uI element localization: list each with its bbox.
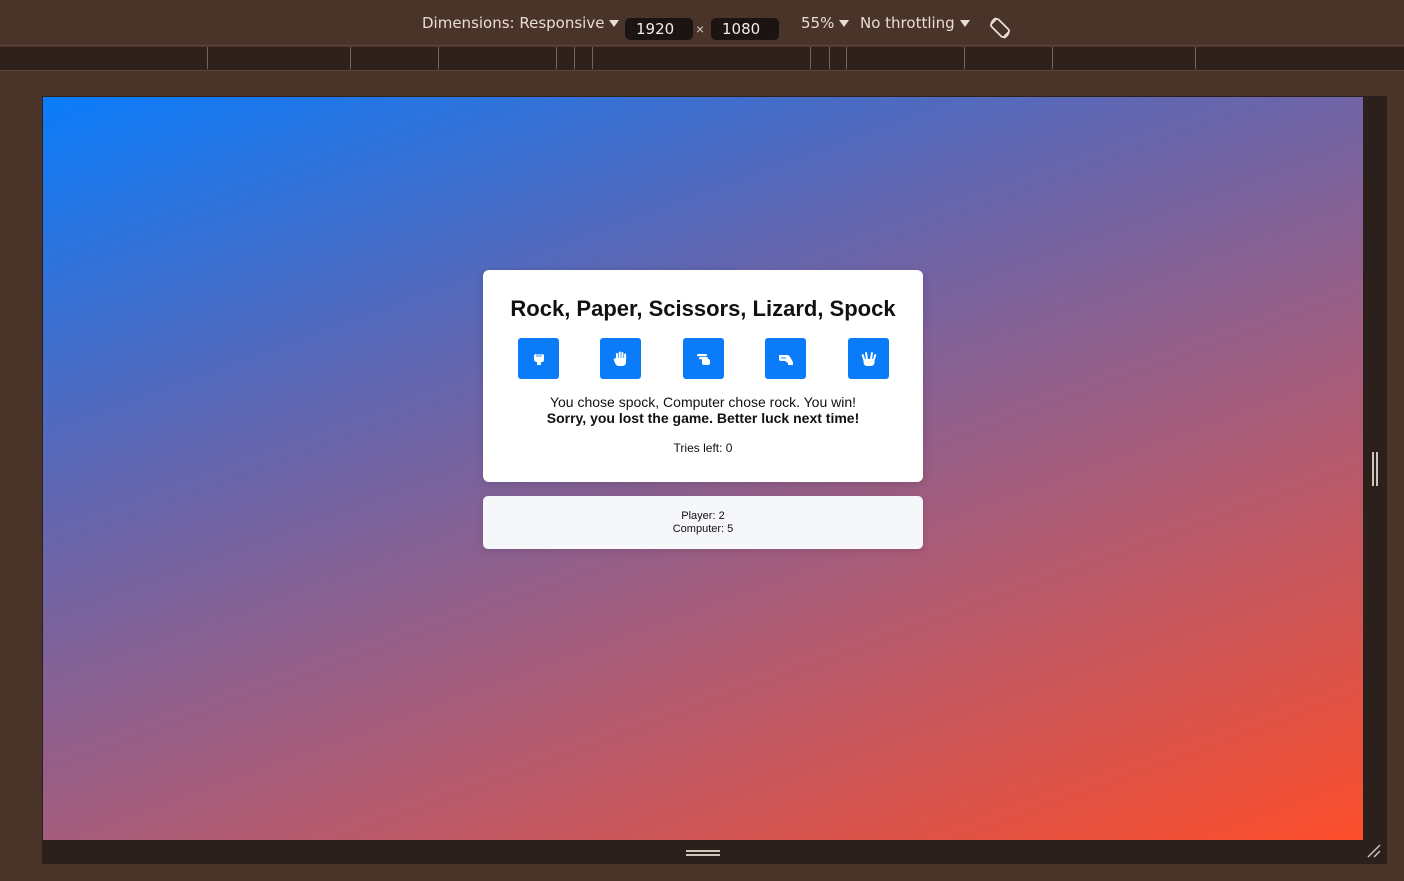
zoom-dropdown[interactable]: 55% xyxy=(801,0,850,46)
rotate-button[interactable] xyxy=(986,14,1014,42)
hand-scissors-icon xyxy=(696,353,710,365)
resize-grip-icon xyxy=(1367,844,1381,858)
ruler-tick[interactable] xyxy=(574,47,575,69)
media-query-ruler xyxy=(0,47,1404,71)
rock-button[interactable] xyxy=(518,338,559,379)
game-over-text: Sorry, you lost the game. Better luck ne… xyxy=(546,410,860,426)
device-toolbar: Dimensions: Responsive × 55% No throttli… xyxy=(0,0,1404,46)
game-card: Rock, Paper, Scissors, Lizard, Spock You… xyxy=(483,270,923,482)
scoreboard: Player: 2 Computer: 5 xyxy=(483,496,923,549)
corner-resize-handle[interactable] xyxy=(1366,843,1382,859)
ruler-tick[interactable] xyxy=(350,47,351,69)
computer-score: Computer: 5 xyxy=(672,523,734,535)
height-resize-handle[interactable] xyxy=(686,848,720,858)
ruler-tick[interactable] xyxy=(964,47,965,69)
chevron-down-icon xyxy=(959,19,970,27)
ruler-tick[interactable] xyxy=(846,47,847,69)
hand-paper-icon xyxy=(613,351,626,366)
round-result-text: You chose spock, Computer chose rock. Yo… xyxy=(549,394,857,410)
times-symbol: × xyxy=(696,21,705,37)
throttling-label: No throttling xyxy=(860,14,955,32)
game-title: Rock, Paper, Scissors, Lizard, Spock xyxy=(510,296,896,321)
width-input[interactable] xyxy=(625,18,693,40)
hand-lizard-icon xyxy=(778,354,793,365)
tries-left-text: Tries left: 0 xyxy=(673,441,733,455)
chevron-down-icon xyxy=(609,19,620,27)
chevron-down-icon xyxy=(839,19,850,27)
ruler-tick[interactable] xyxy=(829,47,830,69)
ruler-tick[interactable] xyxy=(438,47,439,69)
ruler-tick[interactable] xyxy=(556,47,557,69)
rotate-icon xyxy=(990,17,1010,39)
zoom-label: 55% xyxy=(801,14,835,32)
hand-spock-icon xyxy=(861,351,876,366)
player-score: Player: 2 xyxy=(681,510,725,522)
lizard-button[interactable] xyxy=(765,338,806,379)
scissors-button[interactable] xyxy=(683,338,724,379)
throttling-dropdown[interactable]: No throttling xyxy=(860,0,970,46)
height-input[interactable] xyxy=(711,18,779,40)
ruler-tick[interactable] xyxy=(1195,47,1196,69)
page-viewport: Rock, Paper, Scissors, Lizard, Spock You… xyxy=(43,97,1363,840)
ruler-tick[interactable] xyxy=(810,47,811,69)
ruler-tick[interactable] xyxy=(1052,47,1053,69)
dimensions-label: Dimensions: Responsive xyxy=(422,14,605,32)
hand-rock-icon xyxy=(533,353,544,365)
ruler-tick[interactable] xyxy=(207,47,208,69)
width-resize-handle[interactable] xyxy=(1371,452,1379,486)
spock-button[interactable] xyxy=(848,338,889,379)
dimensions-dropdown[interactable]: Dimensions: Responsive xyxy=(422,0,620,46)
ruler-tick[interactable] xyxy=(592,47,593,69)
paper-button[interactable] xyxy=(600,338,641,379)
